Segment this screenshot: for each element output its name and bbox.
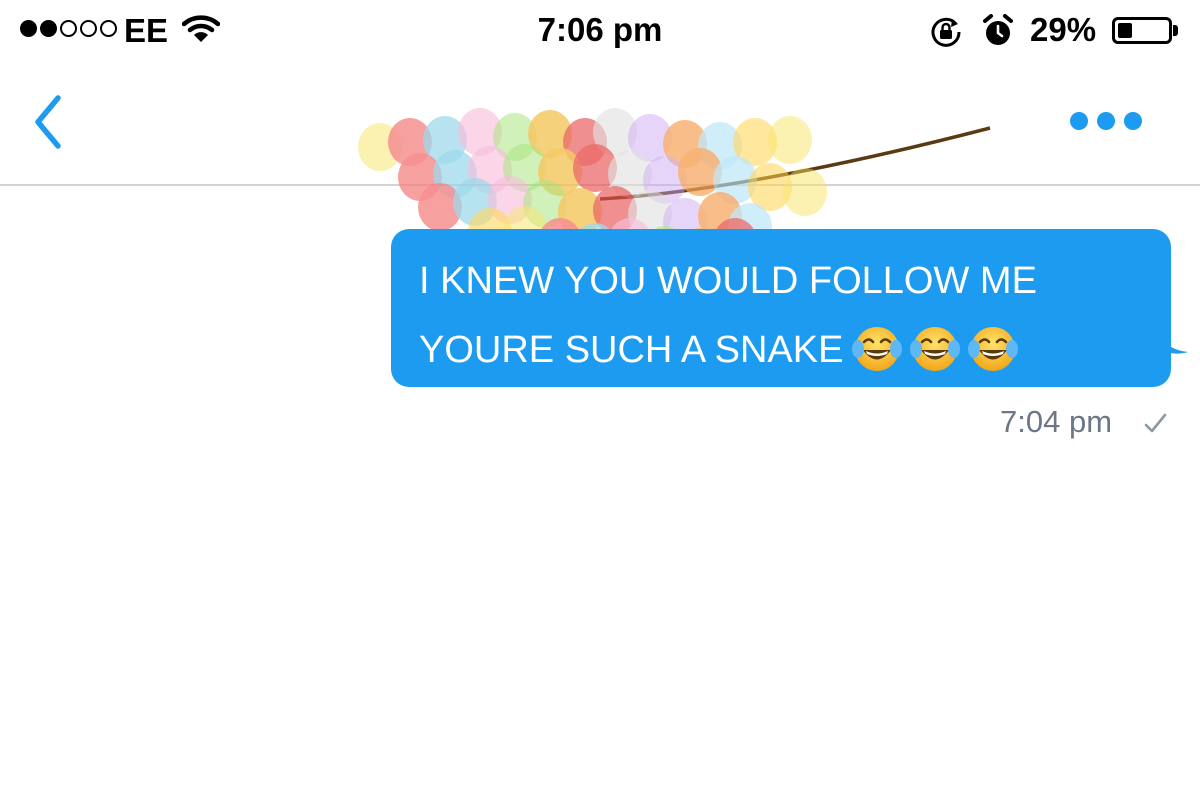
rotation-lock-icon (931, 17, 961, 47)
battery-percentage: 29% (1030, 11, 1097, 48)
status-bar: EE 7:06 pm 29% (0, 0, 1200, 62)
dm-conversation-screen: EE 7:06 pm 29% I KNEW YOU WOULD FOLLOW M… (0, 0, 1200, 787)
outgoing-message-bubble[interactable]: I KNEW YOU WOULD FOLLOW ME YOURE SUCH A … (391, 229, 1171, 387)
tears-of-joy-emoji-icon (968, 326, 1019, 371)
more-dot (1124, 112, 1142, 130)
tears-of-joy-emoji-icon (910, 326, 961, 371)
status-time: 7:06 pm (537, 11, 663, 48)
back-button[interactable] (28, 92, 72, 152)
more-dot (1070, 112, 1088, 130)
more-options-button[interactable] (1070, 106, 1142, 136)
message-timestamp: 7:04 pm (1000, 404, 1113, 439)
alarm-icon (983, 14, 1013, 45)
message-text-line: YOURE SUCH A SNAKE (419, 329, 844, 371)
chevron-left-icon (35, 95, 61, 149)
navigation-bar (0, 62, 1200, 301)
message-text-line: I KNEW YOU WOULD FOLLOW ME (419, 260, 1037, 302)
checkmark-icon (1144, 413, 1167, 433)
balloon (783, 168, 827, 216)
battery-terminal (1173, 25, 1178, 36)
balloon (768, 116, 812, 164)
tears-of-joy-emoji-icon (852, 326, 903, 371)
battery-level (1118, 23, 1132, 38)
bubble-tail (1160, 328, 1188, 354)
battery-icon (1112, 17, 1172, 44)
emoji-group (851, 323, 1019, 375)
more-dot (1097, 112, 1115, 130)
message-text-line-2: YOURE SUCH A SNAKE (419, 316, 1149, 385)
